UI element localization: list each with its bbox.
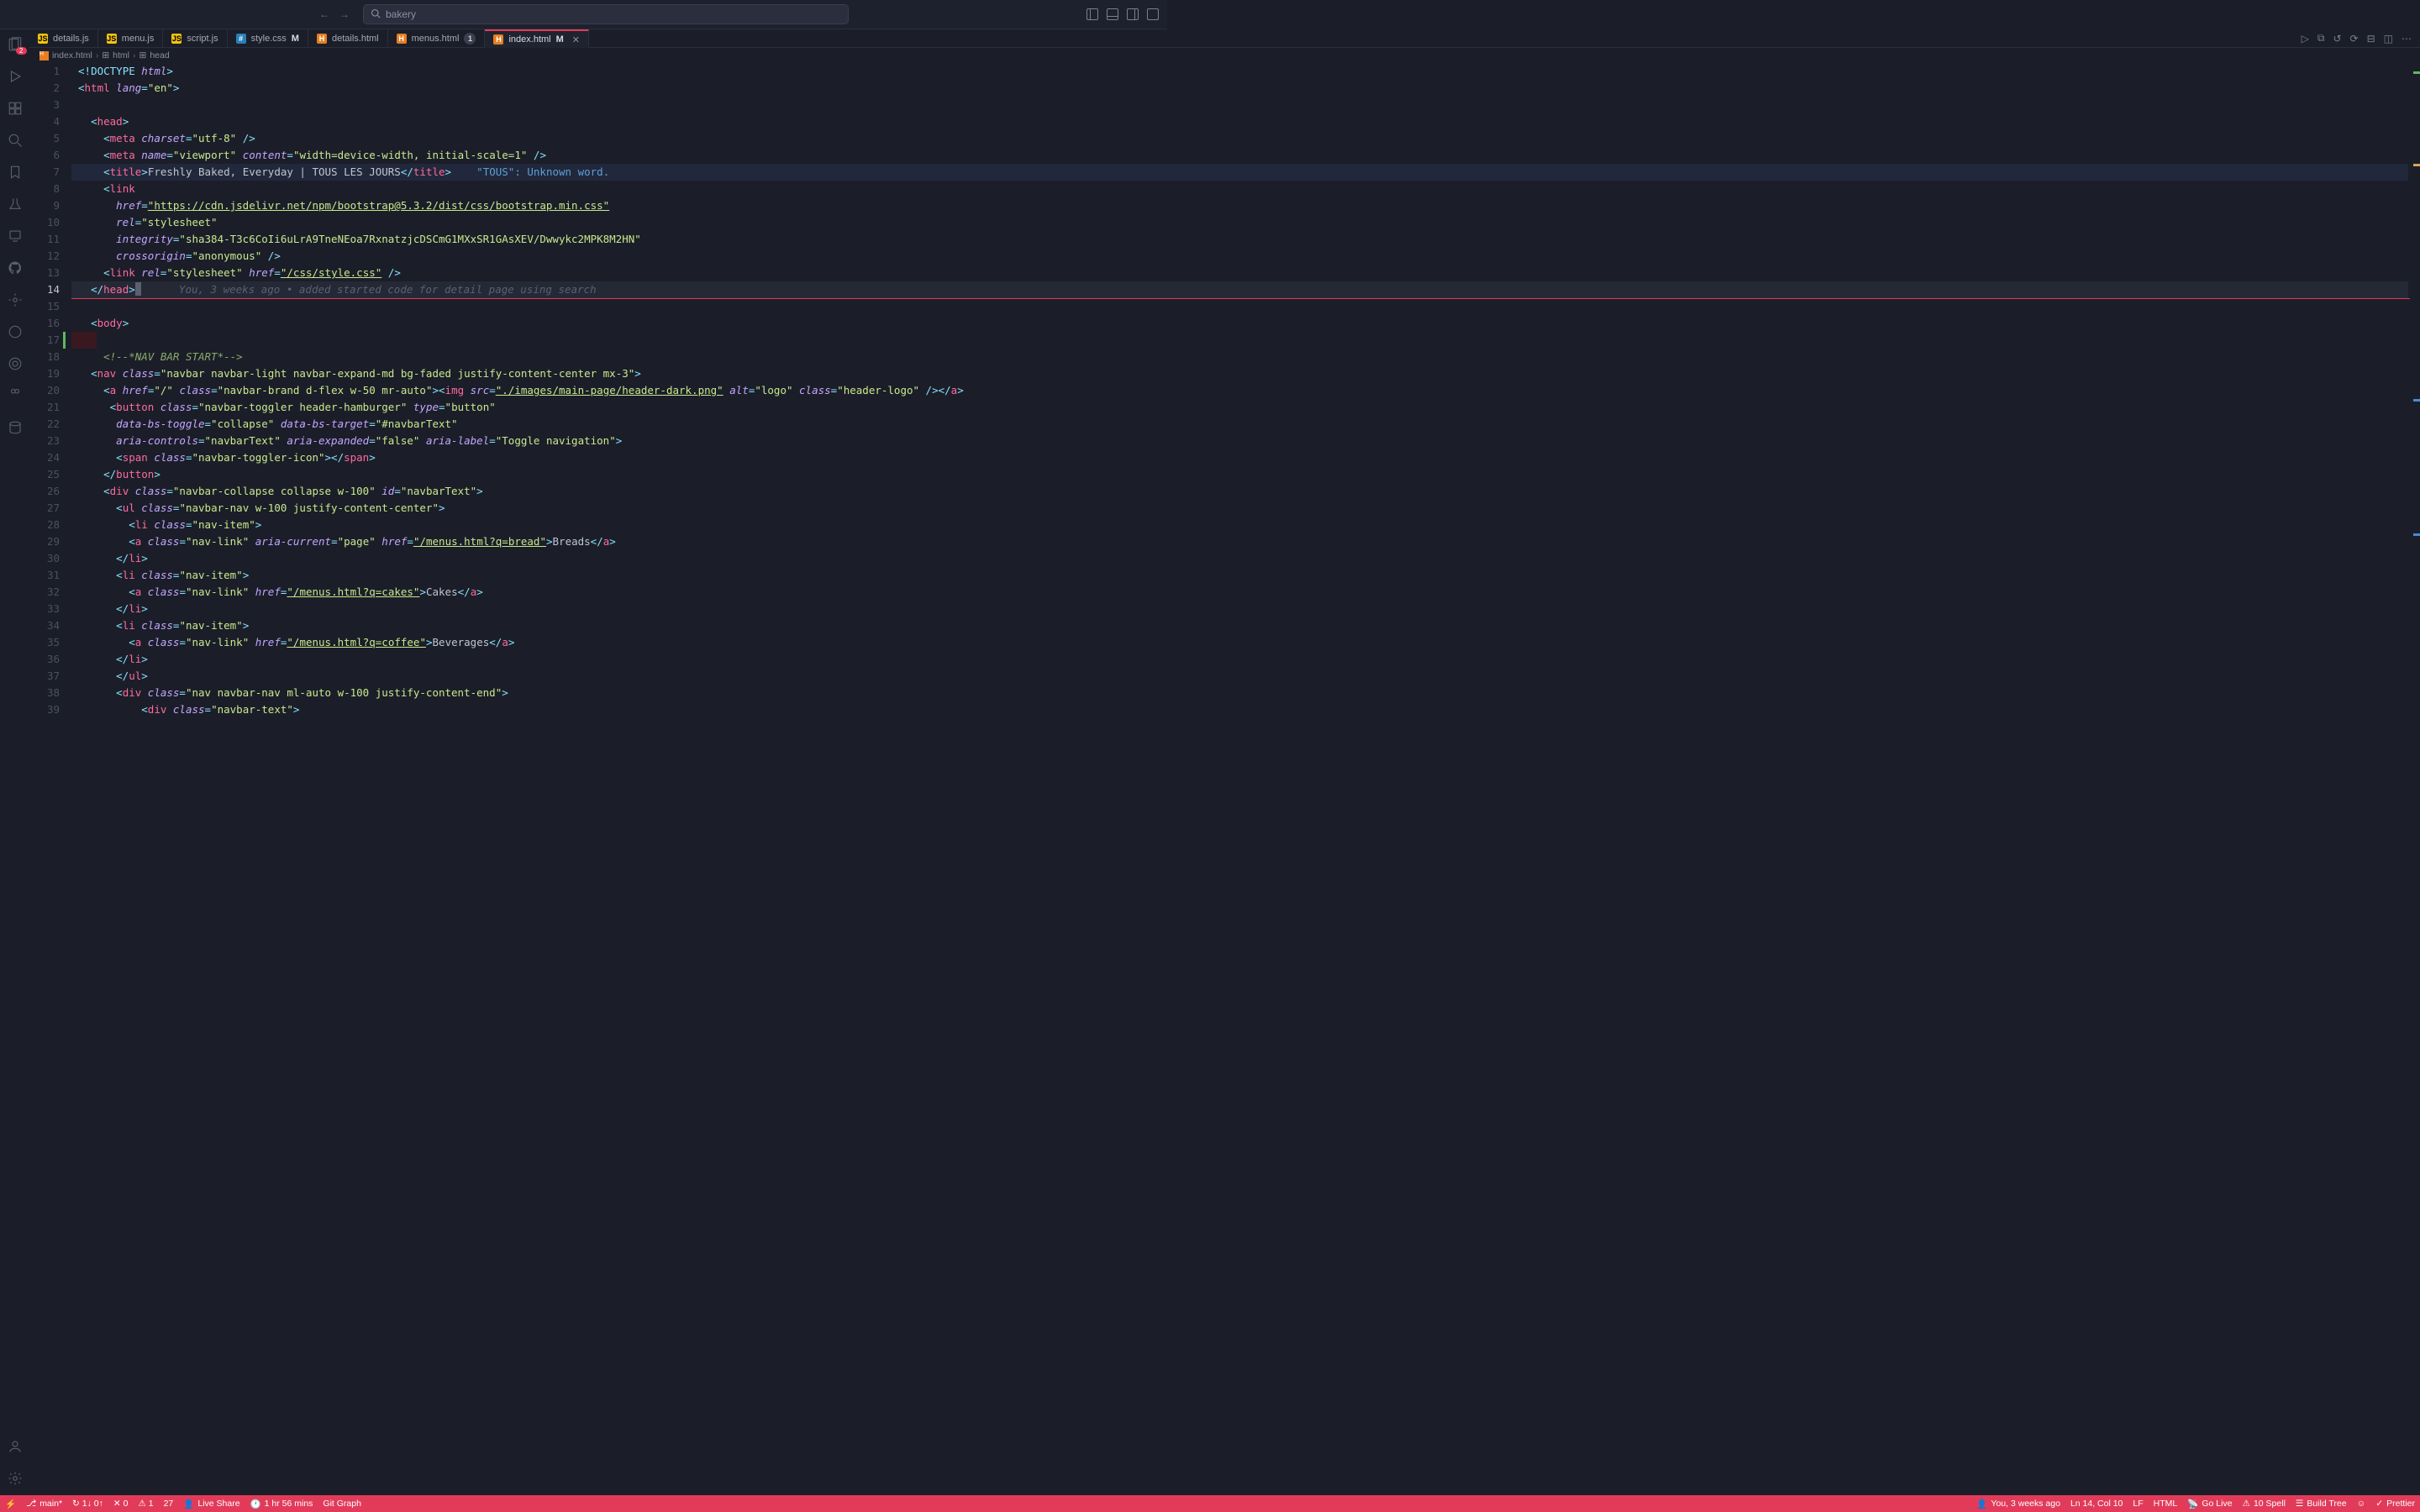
feedback-icon[interactable]: ☺: [2357, 1499, 2366, 1509]
run-debug-icon[interactable]: [7, 68, 24, 85]
nav-forward-icon[interactable]: →: [339, 8, 350, 20]
github-icon[interactable]: [7, 260, 24, 276]
git-branch[interactable]: ⎇ main*: [26, 1499, 62, 1509]
split-icon[interactable]: ◫: [2384, 33, 2393, 45]
problems-errors[interactable]: ✕ 0: [113, 1499, 129, 1509]
git-graph-status[interactable]: Git Graph: [323, 1499, 361, 1509]
lint-message: "TOUS": Unknown word.: [451, 165, 609, 178]
tab-label: details.html: [332, 34, 379, 44]
figma-icon[interactable]: [7, 387, 24, 404]
search-placeholder: bakery: [386, 8, 416, 20]
bookmark-icon[interactable]: [7, 164, 24, 181]
git-blame-inlay: You, 3 weeks ago • added started code fo…: [141, 283, 597, 296]
timeline-icon[interactable]: ↺: [2333, 33, 2341, 45]
close-icon[interactable]: ✕: [572, 34, 580, 45]
eol-indicator[interactable]: LF: [2133, 1499, 2143, 1509]
compare-icon[interactable]: ⧉: [2317, 32, 2325, 45]
js-file-icon: JS: [107, 34, 117, 44]
build-tree-status[interactable]: ☰ Build Tree: [2296, 1499, 2347, 1509]
tag-icon: ⊞: [102, 50, 109, 60]
problems-warnings[interactable]: ⚠ 1: [138, 1499, 153, 1509]
toggle-panel-icon[interactable]: [1107, 8, 1118, 20]
git-blame-status[interactable]: 👤 You, 3 weeks ago: [1976, 1499, 2060, 1509]
minimap[interactable]: [2410, 63, 2420, 1495]
project-icon[interactable]: [7, 355, 24, 372]
chevron-right-icon: ›: [133, 50, 136, 60]
tab-label: style.css: [251, 34, 287, 44]
extensions-icon[interactable]: [7, 100, 24, 117]
tab-label: menus.html: [412, 34, 460, 44]
live-share-icon[interactable]: [7, 291, 24, 308]
html-file-icon: H: [317, 34, 327, 44]
live-share-status[interactable]: 👤 Live Share: [183, 1499, 239, 1509]
crumb-item[interactable]: html: [113, 50, 129, 60]
run-icon[interactable]: ▷: [2302, 33, 2309, 45]
git-added-marker: [63, 332, 66, 349]
css-file-icon: #: [236, 34, 246, 44]
tag-icon: ⊞: [139, 50, 147, 60]
remote-icon[interactable]: [7, 228, 24, 244]
diff-icon[interactable]: ⊟: [2367, 33, 2375, 45]
html-file-icon: H: [493, 34, 503, 45]
toggle-secondary-sidebar-icon[interactable]: [1127, 8, 1139, 20]
activity-bar: 2: [0, 29, 29, 1495]
prettier-status[interactable]: ✓ Prettier: [2375, 1499, 2415, 1509]
editor-tabs: JS details.js JS menu.js JS script.js # styl…: [29, 29, 2420, 48]
chevron-right-icon: ›: [96, 50, 99, 60]
command-center-search[interactable]: bakery: [363, 4, 849, 24]
tab-modified-indicator: M: [556, 34, 564, 45]
remote-indicator[interactable]: ⚡: [5, 1499, 16, 1509]
code-content[interactable]: <!DOCTYPE html> <html lang="en"> <head> …: [71, 63, 2408, 718]
text-cursor: [135, 282, 141, 296]
code-editor[interactable]: 1234567891011121314151617181920212223242…: [29, 63, 2420, 1495]
customize-layout-icon[interactable]: [1147, 8, 1159, 20]
settings-gear-icon[interactable]: [7, 1470, 24, 1487]
tab-details-js[interactable]: JS details.js: [29, 29, 98, 48]
js-file-icon: JS: [171, 34, 182, 44]
nav-back-icon[interactable]: ←: [319, 8, 329, 20]
tab-label: menu.js: [122, 34, 155, 44]
language-mode[interactable]: HTML: [2154, 1499, 2178, 1509]
problems-info[interactable]: 27: [164, 1499, 174, 1509]
title-bar: ← → bakery: [0, 0, 1167, 29]
search-icon[interactable]: [7, 132, 24, 149]
explorer-badge: 2: [16, 47, 26, 55]
tab-style-css[interactable]: # style.css M: [228, 29, 308, 48]
tab-details-html[interactable]: Hdetails.html: [308, 29, 388, 48]
wakatime-status[interactable]: 🕐 1 hr 56 mins: [250, 1499, 313, 1509]
editor-actions: ▷ ⧉ ↺ ⟳ ⊟ ◫ ⋯: [2302, 29, 2420, 47]
refresh-icon[interactable]: ⟳: [2350, 33, 2359, 45]
tab-label: index.html: [508, 34, 550, 45]
explorer-icon[interactable]: 2: [7, 36, 24, 53]
tab-modified-indicator: M: [292, 34, 299, 44]
tab-label: script.js: [187, 34, 218, 44]
crumb-item[interactable]: head: [150, 50, 169, 60]
more-icon[interactable]: ⋯: [2402, 33, 2412, 45]
crumb-item[interactable]: index.html: [52, 50, 92, 60]
html-file-icon: H: [39, 51, 49, 60]
go-live-button[interactable]: 📡 Go Live: [2187, 1499, 2232, 1509]
breadcrumb[interactable]: H index.html › ⊞ html › ⊞ head: [29, 48, 2420, 63]
spell-check-status[interactable]: ⚠ 10 Spell: [2243, 1499, 2286, 1509]
cursor-position[interactable]: Ln 14, Col 10: [2070, 1499, 2123, 1509]
tab-menus-html[interactable]: Hmenus.html 1: [388, 29, 486, 48]
tab-script-js[interactable]: JS script.js: [163, 29, 227, 48]
line-numbers-gutter: 1234567891011121314151617181920212223242…: [29, 63, 71, 718]
search-icon: [371, 8, 381, 21]
tab-label: details.js: [53, 34, 89, 44]
testing-icon[interactable]: [7, 196, 24, 213]
html-file-icon: H: [397, 34, 407, 44]
status-bar: ⚡ ⎇ main* ↻ 1↓ 0↑ ✕ 0 ⚠ 1 27 👤 Live Shar…: [0, 1495, 2420, 1512]
tab-menu-js[interactable]: JS menu.js: [98, 29, 164, 48]
tab-index-html[interactable]: Hindex.html M ✕: [485, 29, 589, 48]
docker-icon[interactable]: [7, 323, 24, 340]
accounts-icon[interactable]: [7, 1438, 24, 1455]
toggle-primary-sidebar-icon[interactable]: [1086, 8, 1098, 20]
database-icon[interactable]: [7, 419, 24, 436]
tab-problems-badge: 1: [464, 33, 476, 45]
js-file-icon: JS: [38, 34, 48, 44]
git-sync[interactable]: ↻ 1↓ 0↑: [72, 1499, 103, 1509]
